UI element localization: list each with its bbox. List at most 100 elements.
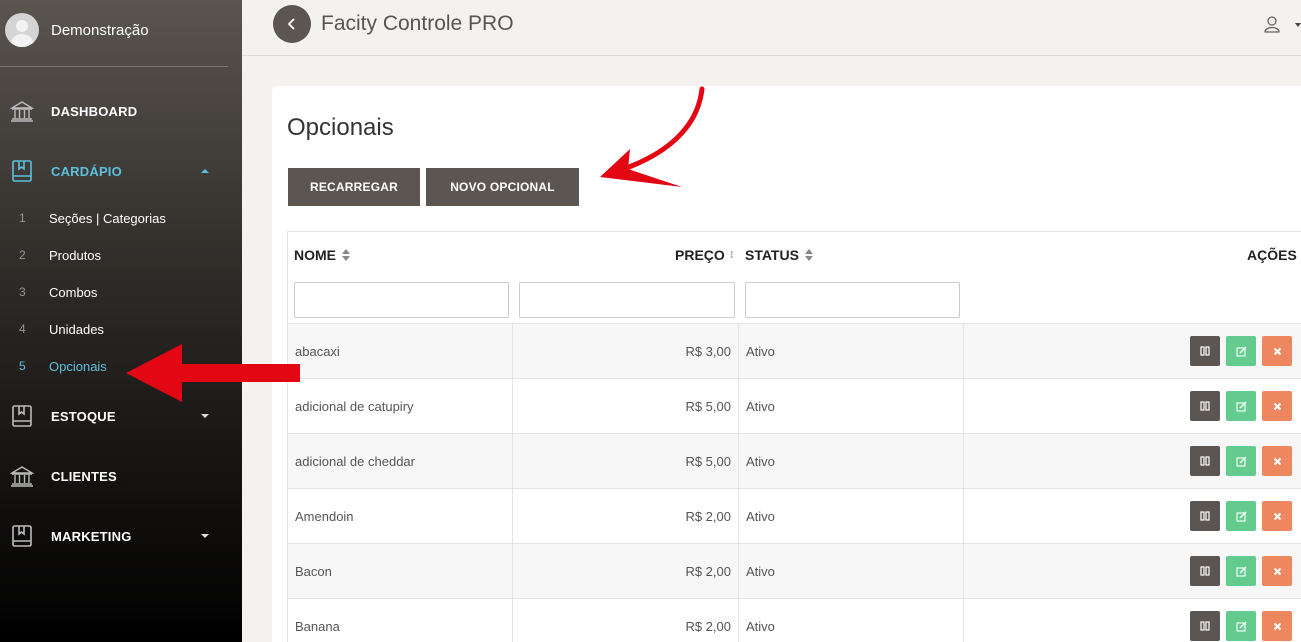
cell-status: Ativo: [739, 379, 964, 434]
table-header: NOME PREÇO ⁝ STATUS AÇÕES: [288, 232, 1301, 324]
new-optional-button[interactable]: NOVO OPCIONAL: [426, 168, 579, 206]
user-icon: [1264, 16, 1301, 33]
columns-icon: [1200, 621, 1210, 631]
edit-button[interactable]: [1226, 391, 1256, 421]
sidebar-item-label: CLIENTES: [51, 468, 117, 484]
user-menu[interactable]: [1261, 15, 1301, 37]
page-title: Opcionais: [287, 114, 394, 141]
delete-button[interactable]: [1262, 611, 1292, 641]
close-icon: [1273, 567, 1281, 575]
column-header-name[interactable]: NOME: [294, 247, 350, 263]
close-icon: [1273, 347, 1281, 355]
edit-icon: [1235, 400, 1247, 412]
edit-button[interactable]: [1226, 611, 1256, 641]
row-actions: [1190, 391, 1292, 421]
cell-status: Ativo: [739, 599, 964, 642]
sort-icon: ⁝: [729, 249, 734, 261]
row-actions: [1190, 446, 1292, 476]
chevron-up-icon: [201, 169, 209, 173]
sidebar-item-label: DASHBOARD: [51, 103, 138, 119]
delete-button[interactable]: [1262, 391, 1292, 421]
sidebar-item-cardapio[interactable]: CARDÁPIO: [0, 151, 242, 191]
submenu-item-opcionais[interactable]: 5 Opcionais: [0, 351, 242, 381]
columns-icon: [1200, 511, 1210, 521]
book-icon: [10, 524, 34, 548]
cell-name: Amendoin: [288, 489, 513, 544]
delete-button[interactable]: [1262, 336, 1292, 366]
sidebar-item-marketing[interactable]: MARKETING: [0, 516, 242, 556]
column-header-status[interactable]: STATUS: [745, 247, 813, 263]
sidebar-item-estoque[interactable]: ESTOQUE: [0, 396, 242, 436]
edit-button[interactable]: [1226, 501, 1256, 531]
edit-icon: [1235, 620, 1247, 632]
columns-button[interactable]: [1190, 391, 1220, 421]
table-row: Banana R$ 2,00 Ativo: [288, 599, 1301, 642]
columns-icon: [1200, 566, 1210, 576]
row-actions: [1190, 556, 1292, 586]
column-header-price[interactable]: PREÇO ⁝: [675, 247, 734, 263]
edit-icon: [1235, 510, 1247, 522]
cell-price: R$ 2,00: [513, 489, 739, 544]
user-name: Demonstração: [51, 21, 149, 39]
back-button[interactable]: [273, 5, 311, 43]
chevron-down-icon: [201, 534, 209, 538]
avatar: [5, 13, 39, 47]
sidebar-item-label: MARKETING: [51, 528, 132, 544]
table-row: Amendoin R$ 2,00 Ativo: [288, 489, 1301, 544]
reload-button[interactable]: RECARREGAR: [288, 168, 420, 206]
submenu-number: 3: [19, 285, 26, 299]
cell-price: R$ 5,00: [513, 379, 739, 434]
cell-status: Ativo: [739, 489, 964, 544]
top-bar: Facity Controle PRO: [242, 0, 1301, 56]
sort-icon: [804, 249, 813, 261]
columns-button[interactable]: [1190, 556, 1220, 586]
close-icon: [1273, 457, 1281, 465]
submenu-item-unidades[interactable]: 4 Unidades: [0, 314, 242, 344]
sort-icon: [342, 249, 350, 261]
columns-button[interactable]: [1190, 446, 1220, 476]
cell-name: adicional de catupiry: [288, 379, 513, 434]
book-icon: [10, 159, 34, 183]
columns-button[interactable]: [1190, 611, 1220, 641]
submenu-label: Produtos: [49, 247, 102, 263]
submenu-number: 2: [19, 248, 26, 262]
sidebar-item-dashboard[interactable]: DASHBOARD: [0, 91, 242, 131]
user-profile[interactable]: Demonstração: [0, 0, 242, 60]
cell-price: R$ 2,00: [513, 599, 739, 642]
columns-button[interactable]: [1190, 336, 1220, 366]
submenu-number: 5: [19, 359, 26, 373]
edit-button[interactable]: [1226, 446, 1256, 476]
cell-name: adicional de cheddar: [288, 434, 513, 489]
edit-icon: [1235, 565, 1247, 577]
submenu-number: 1: [19, 211, 26, 225]
edit-button[interactable]: [1226, 556, 1256, 586]
close-icon: [1273, 512, 1281, 520]
submenu-item-combos[interactable]: 3 Combos: [0, 277, 242, 307]
cell-status: Ativo: [739, 544, 964, 599]
submenu-label: Seções | Categorias: [49, 210, 166, 226]
row-actions: [1190, 501, 1292, 531]
cell-status: Ativo: [739, 434, 964, 489]
edit-button[interactable]: [1226, 336, 1256, 366]
sidebar-divider: [0, 66, 228, 67]
book-icon: [10, 404, 34, 428]
name-filter-input[interactable]: [294, 282, 509, 318]
table-row: abacaxi R$ 3,00 Ativo: [288, 324, 1301, 379]
delete-button[interactable]: [1262, 501, 1292, 531]
status-filter-input[interactable]: [745, 282, 960, 318]
columns-button[interactable]: [1190, 501, 1220, 531]
cell-name: abacaxi: [288, 324, 513, 379]
columns-icon: [1200, 456, 1210, 466]
price-filter-input[interactable]: [519, 282, 735, 318]
columns-icon: [1200, 346, 1210, 356]
delete-button[interactable]: [1262, 556, 1292, 586]
submenu-label: Unidades: [49, 321, 104, 337]
sidebar-item-clientes[interactable]: CLIENTES: [0, 456, 242, 496]
row-actions: [1190, 611, 1292, 641]
submenu-number: 4: [19, 322, 26, 336]
submenu-item-produtos[interactable]: 2 Produtos: [0, 240, 242, 270]
cell-name: Banana: [288, 599, 513, 642]
columns-icon: [1200, 401, 1210, 411]
delete-button[interactable]: [1262, 446, 1292, 476]
submenu-item-secoes[interactable]: 1 Seções | Categorias: [0, 203, 242, 233]
